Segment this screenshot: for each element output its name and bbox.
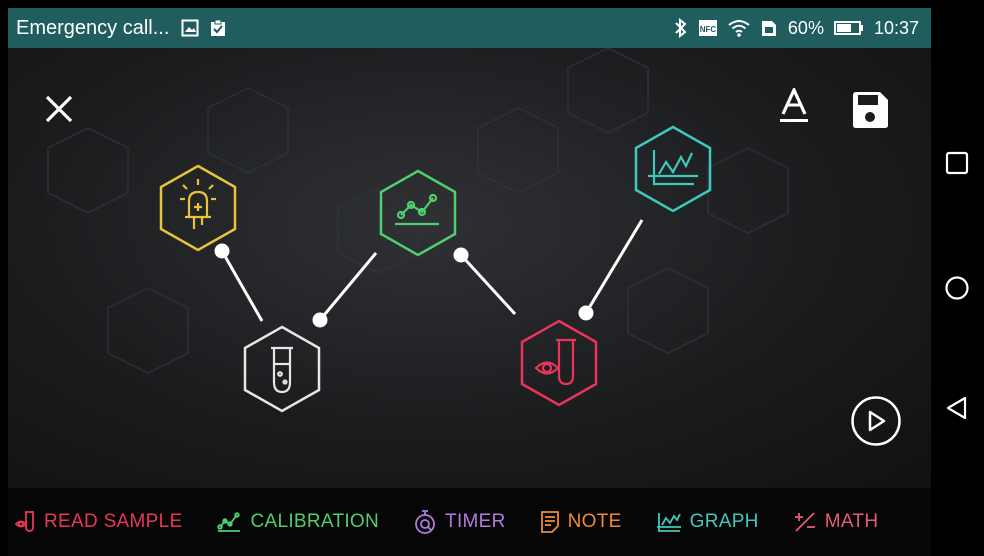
nfc-icon: NFC xyxy=(698,20,717,36)
note-icon xyxy=(540,511,559,533)
battery-icon xyxy=(833,21,863,35)
node-graph[interactable] xyxy=(628,124,718,214)
bottom-item-graph[interactable]: GRAPH xyxy=(656,511,759,533)
save-icon[interactable] xyxy=(850,90,890,130)
graph-icon xyxy=(648,150,698,186)
node-sample[interactable] xyxy=(237,324,327,414)
calibration-icon xyxy=(217,512,241,532)
timer-icon xyxy=(415,510,435,534)
image-icon xyxy=(181,19,199,37)
bottom-toolbar: READ SAMPLE CALIBRATION TIMER NOTE GRAPH… xyxy=(8,488,931,556)
play-icon[interactable] xyxy=(850,395,902,447)
calibration-icon xyxy=(395,193,439,226)
status-time: 10:37 xyxy=(873,17,919,38)
status-bar: Emergency call... NFC 60% 10:37 xyxy=(8,8,931,48)
bottom-label-read-sample: READ SAMPLE xyxy=(44,511,183,532)
led-icon xyxy=(180,179,216,229)
status-title: Emergency call... xyxy=(16,16,170,39)
bottom-label-math: MATH xyxy=(824,511,879,532)
system-nav-bar xyxy=(931,0,984,556)
workflow-canvas[interactable] xyxy=(8,48,931,488)
bluetooth-icon xyxy=(675,18,687,38)
bottom-label-graph: GRAPH xyxy=(689,511,759,532)
battery-percent: 60% xyxy=(787,17,824,38)
close-icon[interactable] xyxy=(44,94,74,124)
math-icon xyxy=(794,512,815,532)
bottom-item-timer[interactable]: TIMER xyxy=(413,509,506,535)
node-read-sample[interactable] xyxy=(514,318,604,408)
svg-text:NFC: NFC xyxy=(700,25,717,34)
bottom-label-timer: TIMER xyxy=(445,511,506,532)
test-tube-icon xyxy=(271,346,293,394)
sim-icon xyxy=(761,21,776,36)
home-icon[interactable] xyxy=(944,275,970,301)
read-sample-icon xyxy=(534,338,576,386)
bottom-label-note: NOTE xyxy=(567,511,622,532)
app-screen: Emergency call... NFC 60% 10:37 READ SAM… xyxy=(8,8,931,556)
clipboard-icon xyxy=(211,19,226,36)
node-sensor[interactable] xyxy=(153,163,243,253)
graph-icon xyxy=(656,513,681,532)
read-sample-icon xyxy=(14,511,34,532)
wifi-icon xyxy=(728,20,750,37)
bottom-item-note[interactable]: NOTE xyxy=(540,510,622,534)
recents-icon[interactable] xyxy=(944,150,970,176)
bottom-item-read-sample[interactable]: READ SAMPLE xyxy=(14,510,182,534)
bottom-item-math[interactable]: MATH xyxy=(793,511,879,533)
bottom-item-calibration[interactable]: CALIBRATION xyxy=(216,511,379,533)
bottom-label-calibration: CALIBRATION xyxy=(250,511,380,532)
text-format-icon[interactable] xyxy=(778,88,810,126)
back-icon[interactable] xyxy=(944,395,970,421)
node-calibration[interactable] xyxy=(373,168,463,258)
